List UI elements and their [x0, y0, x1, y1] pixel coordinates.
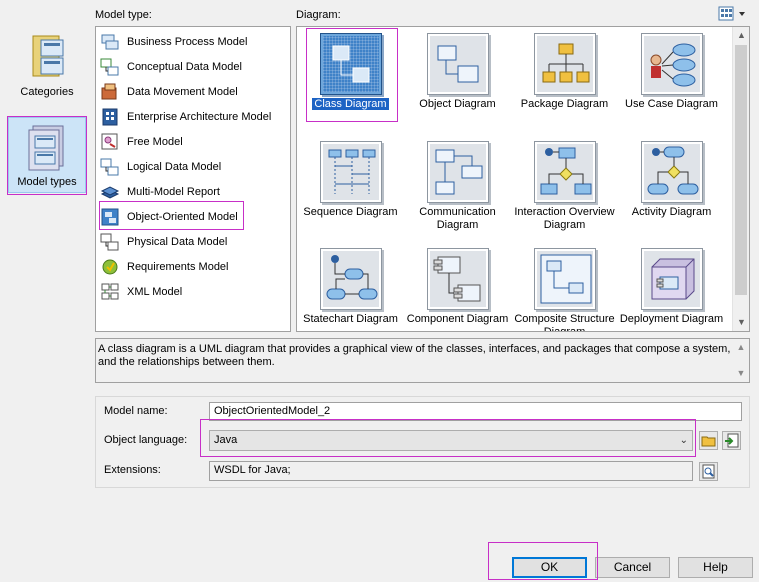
help-button[interactable]: Help [678, 557, 753, 578]
description-scrollbar[interactable]: ▲ ▼ [733, 339, 749, 382]
model-type-item[interactable]: Data Movement Model [100, 80, 288, 104]
conceptual-data-model-icon [100, 58, 119, 76]
category-model-types[interactable]: Model types [8, 117, 86, 193]
scrollbar-thumb[interactable] [735, 45, 747, 295]
category-categories[interactable]: Categories [8, 34, 86, 98]
diagram-tile[interactable]: Deployment Diagram [618, 248, 725, 326]
import-button[interactable] [722, 431, 741, 450]
composite-structure-diagram-icon [533, 248, 596, 310]
scroll-up-icon[interactable]: ▲ [733, 341, 749, 354]
physical-data-model-icon [100, 233, 119, 251]
diagram-label: Object Diagram [419, 98, 496, 110]
view-mode-button[interactable] [718, 6, 748, 22]
scroll-down-icon[interactable]: ▼ [733, 314, 749, 331]
model-type-item[interactable]: XML Model [100, 280, 288, 304]
multi-model-report-icon [100, 186, 120, 199]
business-process-model-icon [101, 34, 119, 50]
requirements-model-icon [102, 259, 118, 275]
folder-icon [701, 436, 716, 447]
diagram-tile[interactable]: Interaction Overview Diagram [511, 141, 618, 232]
interaction-overview-diagram-icon [533, 141, 596, 203]
diagram-label: Statechart Diagram [303, 313, 398, 325]
model-type-item[interactable]: Multi-Model Report [100, 180, 288, 204]
diagram-label: Activity Diagram [631, 206, 712, 218]
diagram-description: A class diagram is a UML diagram that pr… [95, 338, 750, 383]
model-type-list[interactable]: Business Process Model Conceptual Data M… [95, 26, 291, 332]
diagram-tile[interactable]: Activity Diagram [618, 141, 725, 219]
diagram-label: Sequence Diagram [303, 206, 398, 218]
cancel-button[interactable]: Cancel [595, 557, 670, 578]
deployment-diagram-icon [640, 248, 703, 310]
diagram-tile[interactable]: Object Diagram [404, 33, 511, 111]
enterprise-architecture-model-icon [102, 108, 118, 126]
diagram-label: Deployment Diagram [619, 313, 724, 325]
class-diagram-icon [319, 33, 382, 95]
scroll-down-icon[interactable]: ▼ [733, 367, 749, 380]
diagram-tile-selected[interactable]: Class Diagram [297, 33, 404, 111]
diagram-tile[interactable]: Use Case Diagram [618, 33, 725, 111]
diagram-label: Interaction Overview Diagram [514, 206, 615, 231]
chevron-down-icon: ⌄ [679, 435, 688, 446]
model-type-item[interactable]: Conceptual Data Model [100, 55, 288, 79]
diagram-tile[interactable]: Sequence Diagram [297, 141, 404, 219]
ok-button[interactable]: OK [512, 557, 587, 578]
scroll-up-icon[interactable]: ▲ [733, 27, 749, 44]
select-extensions-button[interactable] [699, 462, 718, 481]
model-type-item[interactable]: Business Process Model [100, 30, 288, 54]
diagram-tile[interactable]: Communication Diagram [404, 141, 511, 232]
model-properties-group: Model name: ObjectOrientedModel_2 Object… [95, 396, 750, 488]
diagram-label: Component Diagram [406, 313, 509, 325]
model-name-input[interactable]: ObjectOrientedModel_2 [209, 402, 742, 421]
object-oriented-model-icon [101, 208, 119, 226]
model-type-item[interactable]: Enterprise Architecture Model [100, 105, 288, 129]
diagram-header: Diagram: [296, 9, 341, 21]
diagram-tile[interactable]: Package Diagram [511, 33, 618, 111]
diagram-tile[interactable]: Component Diagram [404, 248, 511, 326]
diagram-label: Class Diagram [312, 98, 389, 110]
select-extensions-icon [702, 464, 715, 479]
category-label: Model types [17, 176, 77, 188]
diagram-label: Communication Diagram [419, 206, 496, 231]
extensions-label: Extensions: [104, 464, 161, 476]
browse-folder-button[interactable] [699, 431, 718, 450]
data-movement-model-icon [101, 83, 117, 100]
diagram-label: Composite Structure Diagram [514, 313, 615, 332]
free-model-icon [101, 133, 118, 150]
object-language-label: Object language: [104, 434, 188, 446]
model-type-item[interactable]: Physical Data Model [100, 230, 288, 254]
xml-model-icon [101, 283, 119, 300]
model-type-item[interactable]: Requirements Model [100, 255, 288, 279]
object-diagram-icon [426, 33, 489, 95]
diagram-gallery[interactable]: Class Diagram Object Diagram Package Dia… [296, 26, 750, 332]
model-types-icon [28, 125, 64, 171]
model-type-item[interactable]: Logical Data Model [100, 155, 288, 179]
logical-data-model-icon [100, 158, 119, 176]
diagram-tile[interactable]: Statechart Diagram [297, 248, 404, 326]
statechart-diagram-icon [319, 248, 382, 310]
model-type-item-selected[interactable]: Object-Oriented Model [100, 205, 288, 229]
diagram-scrollbar[interactable]: ▲ ▼ [732, 27, 749, 331]
component-diagram-icon [426, 248, 489, 310]
activity-diagram-icon [640, 141, 703, 203]
package-diagram-icon [533, 33, 596, 95]
communication-diagram-icon [426, 141, 489, 203]
extensions-field[interactable]: WSDL for Java; [209, 461, 693, 481]
import-icon [725, 433, 739, 448]
diagram-label: Package Diagram [520, 98, 609, 110]
use-case-diagram-icon [640, 33, 703, 95]
categories-icon [32, 35, 64, 77]
object-language-select[interactable]: Java ⌄ [209, 430, 693, 451]
model-name-label: Model name: [104, 405, 168, 417]
diagram-tile[interactable]: Composite Structure Diagram [511, 248, 618, 332]
model-type-item[interactable]: Free Model [100, 130, 288, 154]
diagram-label: Use Case Diagram [625, 98, 718, 110]
view-mode-icon [718, 6, 745, 21]
category-label: Categories [20, 86, 74, 98]
model-type-header: Model type: [95, 9, 152, 21]
sequence-diagram-icon [319, 141, 382, 203]
